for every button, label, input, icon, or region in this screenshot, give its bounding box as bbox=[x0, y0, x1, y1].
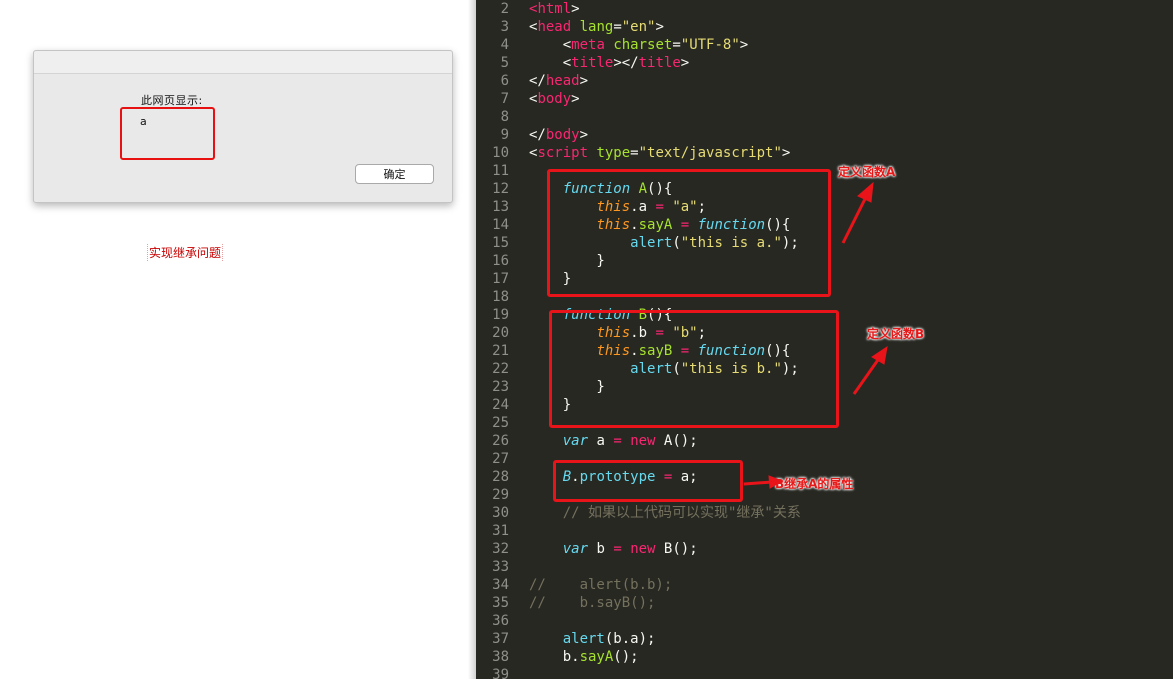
annotation-arrows bbox=[743, 181, 888, 489]
alert-heading: 此网页显示: bbox=[141, 94, 203, 107]
code-editor[interactable]: 2 <html> 3 <head lang="en"> 4 <meta charset=… bbox=[468, 0, 1173, 683]
alert-ok-button[interactable]: 确定 bbox=[355, 164, 434, 184]
editor-shadow bbox=[468, 0, 476, 679]
alert-message-highlight bbox=[120, 107, 215, 160]
alert-dialog: 此网页显示: a 确定 bbox=[33, 50, 453, 203]
annotation-arrow-prototype bbox=[743, 475, 784, 489]
annotation-arrow-b bbox=[852, 345, 888, 395]
browser-viewport: 此网页显示: a 确定 实现继承问题 bbox=[0, 0, 476, 679]
page-body-text: 实现继承问题 bbox=[147, 244, 224, 261]
alert-titlebar[interactable] bbox=[34, 51, 452, 74]
annotation-arrow-a bbox=[841, 181, 874, 244]
